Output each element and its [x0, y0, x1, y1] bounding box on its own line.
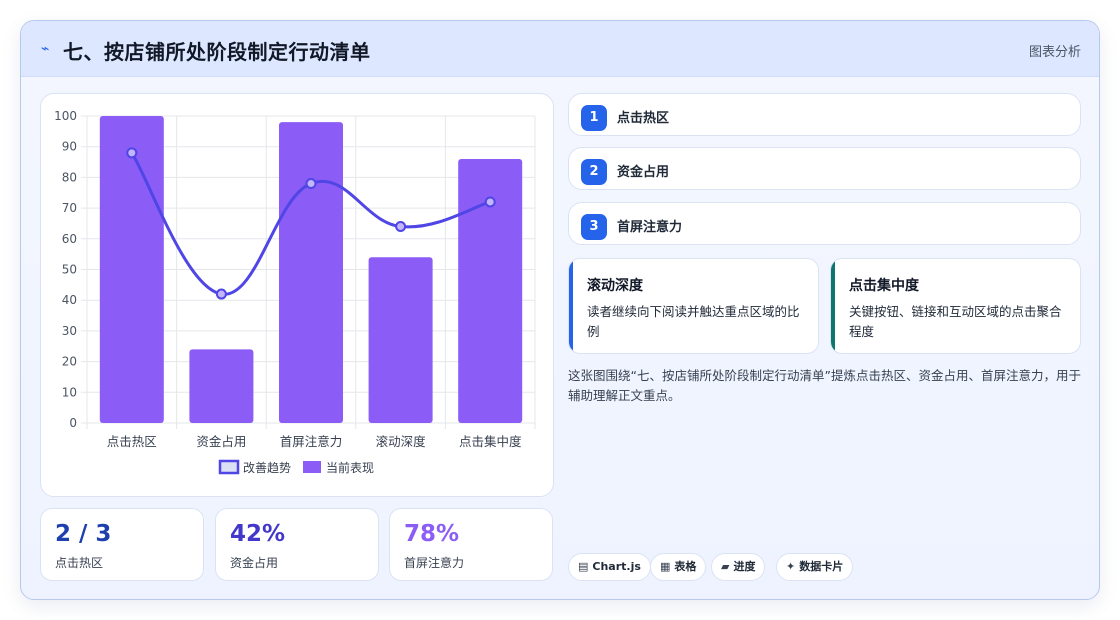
bar-line-chart: 0 10 20 30 40 50 60 70 80 90 100 点击热区 资金占用 首屏注意力 滚动深度 点… [54, 109, 536, 475]
bolt-icon: ⌁ [41, 41, 50, 57]
accent-bar [831, 259, 835, 353]
page-title: 七、按店铺所处阶段制定行动清单 [63, 40, 371, 64]
action-item-label: 首屏注意力 [617, 220, 683, 235]
y-tick-label: 70 [62, 201, 77, 215]
y-tick-label: 60 [62, 232, 77, 246]
y-tick-label: 10 [62, 385, 77, 399]
trend-point [215, 288, 227, 300]
y-tick-label: 80 [62, 170, 77, 184]
stat-label: 资金占用 [230, 556, 279, 570]
stat-value: 42% [230, 521, 286, 547]
action-item-label: 点击热区 [617, 111, 670, 126]
legend-swatch-bar [303, 461, 321, 473]
y-tick-label: 40 [62, 293, 77, 307]
legend-swatch-trend [218, 459, 240, 475]
progress-icon: ▰ [721, 560, 730, 573]
main-card: ⌁ 七、按店铺所处阶段制定行动清单 图表分析 0 10 20 30 40 50 60 70 80… [20, 20, 1100, 600]
stat-value: 78% [404, 521, 460, 547]
bar [99, 116, 164, 423]
y-tick-label: 30 [62, 324, 77, 338]
metric-card-click-concentration: 点击集中度 关键按钮、链接和互动区域的点击聚合程度 [830, 258, 1081, 354]
chip-data-card[interactable]: ✦ 数据卡片 [776, 553, 854, 581]
chart-panel: 0 10 20 30 40 50 60 70 80 90 100 点击热区 资金占用 首屏注意力 滚动深度 点… [40, 93, 554, 497]
trend-point [126, 147, 138, 159]
accent-bar [569, 259, 573, 353]
legend-label: 当前表现 [326, 460, 374, 475]
chip-progress[interactable]: ▰ 进度 [711, 553, 766, 581]
y-tick-label: 90 [62, 140, 77, 154]
stat-label: 点击热区 [55, 556, 104, 570]
x-tick-label: 首屏注意力 [280, 434, 343, 449]
step-number: 3 [581, 214, 607, 240]
bar [368, 257, 433, 423]
metric-description: 读者继续向下阅读并触达重点区域的比例 [587, 304, 800, 339]
metric-description: 关键按钮、链接和互动区域的点击聚合程度 [849, 304, 1062, 339]
y-tick-label: 100 [54, 109, 77, 123]
chip-label: 表格 [674, 560, 697, 573]
y-tick-label: 20 [62, 355, 77, 369]
header-tag: 图表分析 [1028, 45, 1081, 60]
x-tick-label: 点击热区 [107, 434, 157, 449]
step-number: 1 [581, 105, 607, 131]
chip-chartjs[interactable]: ▤ Chart.js [568, 553, 651, 581]
trend-point [484, 196, 496, 208]
y-tick-label: 50 [62, 263, 77, 277]
stat-card-1: 2 / 3 点击热区 [40, 508, 204, 581]
stat-card-3: 78% 首屏注意力 [389, 508, 553, 581]
trend-point [395, 221, 407, 233]
table-icon: ▦ [660, 560, 671, 573]
metric-title: 点击集中度 [849, 278, 919, 294]
legend-label: 改善趋势 [243, 460, 291, 475]
chip-label: 数据卡片 [799, 560, 844, 573]
step-number: 2 [581, 159, 607, 185]
chart-icon: ▤ [578, 560, 589, 573]
y-tick-label: 0 [69, 416, 77, 430]
action-item-1[interactable]: 1 点击热区 [568, 93, 1081, 136]
sparkle-icon: ✦ [786, 560, 796, 573]
chip-label: Chart.js [592, 560, 641, 573]
stat-value: 2 / 3 [55, 521, 112, 547]
action-item-label: 资金占用 [617, 165, 670, 180]
metric-card-scroll-depth: 滚动深度 读者继续向下阅读并触达重点区域的比例 [568, 258, 819, 354]
header: ⌁ 七、按店铺所处阶段制定行动清单 图表分析 [21, 21, 1099, 77]
action-item-3[interactable]: 3 首屏注意力 [568, 202, 1081, 245]
bar [279, 122, 343, 423]
trend-point [305, 178, 317, 190]
metric-title: 滚动深度 [587, 278, 643, 294]
x-tick-label: 点击集中度 [459, 434, 522, 449]
chart-description: 这张图围绕“七、按店铺所处阶段制定行动清单”提炼点击热区、资金占用、首屏注意力，… [568, 368, 1081, 403]
stat-label: 首屏注意力 [404, 556, 465, 570]
chip-table[interactable]: ▦ 表格 [650, 553, 707, 581]
action-item-2[interactable]: 2 资金占用 [568, 147, 1081, 190]
stat-card-2: 42% 资金占用 [215, 508, 379, 581]
x-tick-label: 滚动深度 [376, 434, 427, 449]
chip-label: 进度 [733, 560, 756, 573]
x-tick-label: 资金占用 [196, 434, 246, 449]
bar [189, 349, 254, 423]
